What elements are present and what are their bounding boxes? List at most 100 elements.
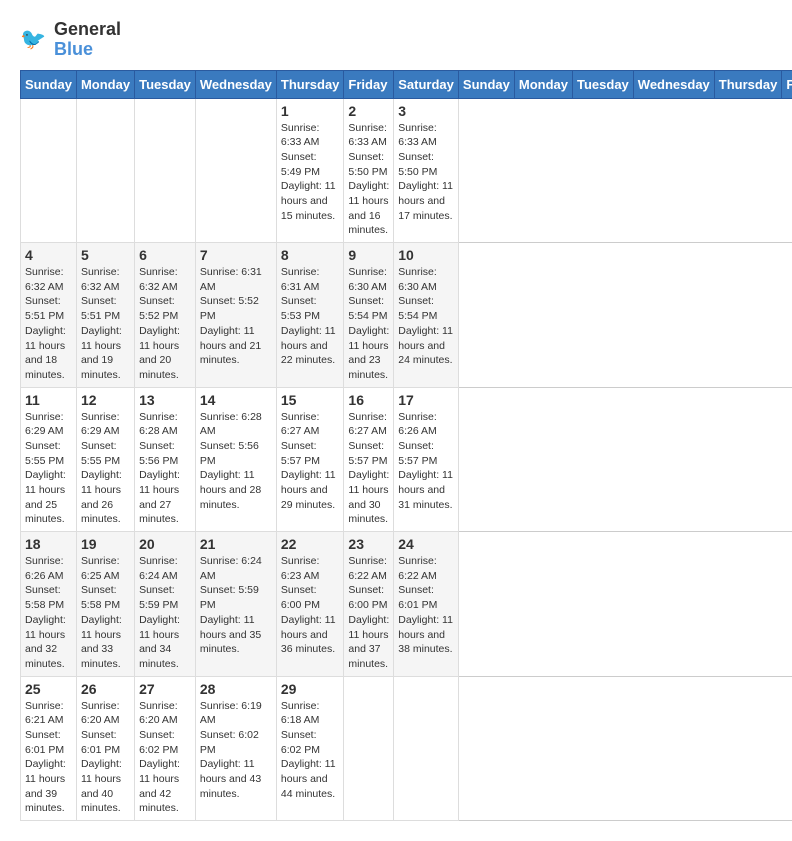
logo: 🐦 General Blue xyxy=(20,20,121,60)
calendar-cell xyxy=(195,98,276,243)
day-info: Sunrise: 6:30 AMSunset: 5:54 PMDaylight:… xyxy=(348,265,389,383)
day-number: 1 xyxy=(281,103,340,119)
calendar-cell: 23 Sunrise: 6:22 AMSunset: 6:00 PMDayligh… xyxy=(344,532,394,677)
calendar-cell xyxy=(21,98,77,243)
calendar-cell: 6Sunrise: 6:32 AMSunset: 5:52 PMDaylight… xyxy=(135,243,196,388)
day-info: Sunrise: 6:22 AMSunset: 6:00 PMDaylight:… xyxy=(348,554,389,672)
calendar-header-row: SundayMondayTuesdayWednesdayThursdayFrid… xyxy=(21,70,792,98)
day-number: 17 xyxy=(398,392,454,408)
day-info: Sunrise: 6:23 AMSunset: 6:00 PMDaylight:… xyxy=(281,554,340,657)
day-number: 5 xyxy=(81,247,130,263)
header-saturday: Saturday xyxy=(394,70,459,98)
day-info: Sunrise: 6:20 AMSunset: 6:01 PMDaylight:… xyxy=(81,699,130,817)
calendar-cell: 14 Sunrise: 6:28 AMSunset: 5:56 PMDayligh… xyxy=(195,387,276,532)
header-tuesday: Tuesday xyxy=(573,70,634,98)
calendar-cell: 1Sunrise: 6:33 AMSunset: 5:49 PMDaylight… xyxy=(276,98,344,243)
week-row-2: 4 Sunrise: 6:32 AMSunset: 5:51 PMDaylight… xyxy=(21,243,792,388)
day-info: Sunrise: 6:21 AMSunset: 6:01 PMDaylight:… xyxy=(25,699,72,817)
header-monday: Monday xyxy=(514,70,572,98)
day-number: 3 xyxy=(398,103,454,119)
week-row-4: 18Sunrise: 6:26 AMSunset: 5:58 PMDayligh… xyxy=(21,532,792,677)
calendar-cell: 26 Sunrise: 6:20 AMSunset: 6:01 PMDayligh… xyxy=(76,676,134,821)
calendar-cell: 8Sunrise: 6:31 AMSunset: 5:53 PMDaylight… xyxy=(276,243,344,388)
header-thursday: Thursday xyxy=(276,70,344,98)
day-info: Sunrise: 6:30 AMSunset: 5:54 PMDaylight:… xyxy=(398,265,454,368)
day-number: 22 xyxy=(281,536,340,552)
day-info: Sunrise: 6:33 AMSunset: 5:50 PMDaylight:… xyxy=(398,121,454,224)
day-number: 12 xyxy=(81,392,130,408)
day-number: 27 xyxy=(139,681,191,697)
day-info: Sunrise: 6:28 AMSunset: 5:56 PMDaylight:… xyxy=(200,410,272,513)
logo-text: General Blue xyxy=(54,20,121,60)
day-number: 21 xyxy=(200,536,272,552)
day-info: Sunrise: 6:22 AMSunset: 6:01 PMDaylight:… xyxy=(398,554,454,657)
day-number: 14 xyxy=(200,392,272,408)
header-friday: Friday xyxy=(782,70,792,98)
week-row-1: 1Sunrise: 6:33 AMSunset: 5:49 PMDaylight… xyxy=(21,98,792,243)
day-info: Sunrise: 6:25 AMSunset: 5:58 PMDaylight:… xyxy=(81,554,130,672)
week-row-5: 25 Sunrise: 6:21 AMSunset: 6:01 PMDayligh… xyxy=(21,676,792,821)
header-monday: Monday xyxy=(76,70,134,98)
day-info: Sunrise: 6:24 AMSunset: 5:59 PMDaylight:… xyxy=(200,554,272,657)
header-wednesday: Wednesday xyxy=(633,70,714,98)
header-thursday: Thursday xyxy=(714,70,782,98)
calendar-cell: 7Sunrise: 6:31 AMSunset: 5:52 PMDaylight… xyxy=(195,243,276,388)
day-number: 20 xyxy=(139,536,191,552)
day-number: 8 xyxy=(281,247,340,263)
day-number: 26 xyxy=(81,681,130,697)
day-number: 4 xyxy=(25,247,72,263)
day-number: 23 xyxy=(348,536,389,552)
svg-text:🐦: 🐦 xyxy=(20,28,46,51)
calendar-cell: 11 Sunrise: 6:29 AMSunset: 5:55 PMDayligh… xyxy=(21,387,77,532)
day-number: 19 xyxy=(81,536,130,552)
calendar-cell: 10 Sunrise: 6:30 AMSunset: 5:54 PMDayligh… xyxy=(394,243,459,388)
calendar-cell: 20Sunrise: 6:24 AMSunset: 5:59 PMDayligh… xyxy=(135,532,196,677)
week-row-3: 11 Sunrise: 6:29 AMSunset: 5:55 PMDayligh… xyxy=(21,387,792,532)
calendar-cell: 5 Sunrise: 6:32 AMSunset: 5:51 PMDaylight… xyxy=(76,243,134,388)
day-info: Sunrise: 6:31 AMSunset: 5:52 PMDaylight:… xyxy=(200,265,272,368)
day-number: 28 xyxy=(200,681,272,697)
calendar-cell: 13Sunrise: 6:28 AMSunset: 5:56 PMDayligh… xyxy=(135,387,196,532)
header-sunday: Sunday xyxy=(21,70,77,98)
day-info: Sunrise: 6:29 AMSunset: 5:55 PMDaylight:… xyxy=(25,410,72,528)
day-info: Sunrise: 6:18 AMSunset: 6:02 PMDaylight:… xyxy=(281,699,340,802)
calendar-cell xyxy=(344,676,394,821)
calendar-cell: 27 Sunrise: 6:20 AMSunset: 6:02 PMDayligh… xyxy=(135,676,196,821)
calendar-cell: 22 Sunrise: 6:23 AMSunset: 6:00 PMDayligh… xyxy=(276,532,344,677)
header-friday: Friday xyxy=(344,70,394,98)
day-number: 10 xyxy=(398,247,454,263)
calendar-cell xyxy=(76,98,134,243)
day-number: 6 xyxy=(139,247,191,263)
day-info: Sunrise: 6:19 AMSunset: 6:02 PMDaylight:… xyxy=(200,699,272,802)
day-info: Sunrise: 6:32 AMSunset: 5:51 PMDaylight:… xyxy=(25,265,72,383)
calendar-cell: 4 Sunrise: 6:32 AMSunset: 5:51 PMDaylight… xyxy=(21,243,77,388)
day-info: Sunrise: 6:32 AMSunset: 5:51 PMDaylight:… xyxy=(81,265,130,383)
day-info: Sunrise: 6:33 AMSunset: 5:50 PMDaylight:… xyxy=(348,121,389,239)
calendar-cell: 3 Sunrise: 6:33 AMSunset: 5:50 PMDaylight… xyxy=(394,98,459,243)
calendar-table: SundayMondayTuesdayWednesdayThursdayFrid… xyxy=(20,70,792,822)
calendar-cell: 16 Sunrise: 6:27 AMSunset: 5:57 PMDayligh… xyxy=(344,387,394,532)
calendar-cell: 21 Sunrise: 6:24 AMSunset: 5:59 PMDayligh… xyxy=(195,532,276,677)
page-header: 🐦 General Blue xyxy=(20,20,772,60)
calendar-cell: 19 Sunrise: 6:25 AMSunset: 5:58 PMDayligh… xyxy=(76,532,134,677)
calendar-cell: 15Sunrise: 6:27 AMSunset: 5:57 PMDayligh… xyxy=(276,387,344,532)
day-number: 15 xyxy=(281,392,340,408)
logo-bird-icon: 🐦 xyxy=(20,25,50,55)
calendar-cell: 12Sunrise: 6:29 AMSunset: 5:55 PMDayligh… xyxy=(76,387,134,532)
day-info: Sunrise: 6:28 AMSunset: 5:56 PMDaylight:… xyxy=(139,410,191,528)
calendar-cell xyxy=(394,676,459,821)
calendar-cell: 24 Sunrise: 6:22 AMSunset: 6:01 PMDayligh… xyxy=(394,532,459,677)
calendar-cell: 9Sunrise: 6:30 AMSunset: 5:54 PMDaylight… xyxy=(344,243,394,388)
calendar-cell: 25 Sunrise: 6:21 AMSunset: 6:01 PMDayligh… xyxy=(21,676,77,821)
day-info: Sunrise: 6:26 AMSunset: 5:58 PMDaylight:… xyxy=(25,554,72,672)
day-number: 16 xyxy=(348,392,389,408)
day-number: 24 xyxy=(398,536,454,552)
calendar-cell: 28 Sunrise: 6:19 AMSunset: 6:02 PMDayligh… xyxy=(195,676,276,821)
day-number: 2 xyxy=(348,103,389,119)
day-number: 25 xyxy=(25,681,72,697)
calendar-cell: 17Sunrise: 6:26 AMSunset: 5:57 PMDayligh… xyxy=(394,387,459,532)
day-info: Sunrise: 6:20 AMSunset: 6:02 PMDaylight:… xyxy=(139,699,191,817)
day-info: Sunrise: 6:27 AMSunset: 5:57 PMDaylight:… xyxy=(348,410,389,528)
day-number: 11 xyxy=(25,392,72,408)
calendar-cell xyxy=(135,98,196,243)
